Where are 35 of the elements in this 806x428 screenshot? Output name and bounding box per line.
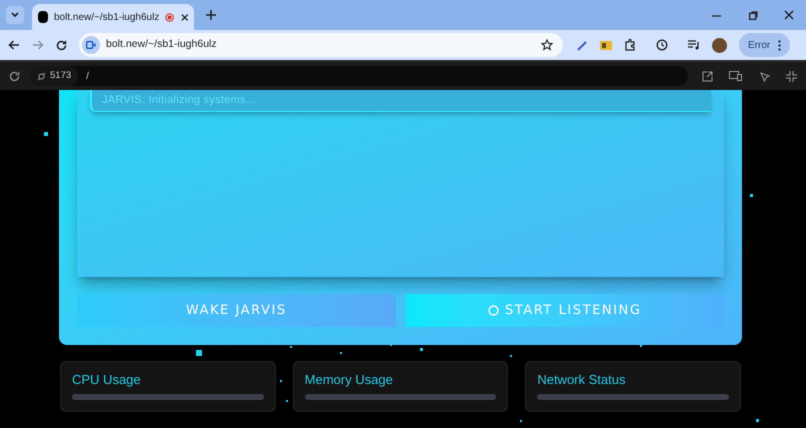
circle-icon bbox=[488, 305, 499, 316]
reload-icon[interactable] bbox=[56, 40, 67, 50]
address-bar[interactable]: bolt.new/~/sb1-iugh6ulz bbox=[79, 33, 563, 57]
more-icon[interactable] bbox=[778, 40, 782, 50]
minimize-icon[interactable] bbox=[712, 15, 721, 17]
browser-tab[interactable]: bolt.new/~/sb1-iugh6ulz bbox=[32, 4, 194, 30]
stat-title: CPU Usage bbox=[72, 372, 142, 388]
history-icon[interactable] bbox=[656, 39, 668, 51]
extension-card-icon[interactable] bbox=[600, 40, 612, 50]
close-icon[interactable] bbox=[180, 12, 188, 22]
tab-title: bolt.new/~/sb1-iugh6ulz bbox=[54, 10, 160, 24]
stat-title: Network Status bbox=[537, 372, 626, 388]
pen-icon[interactable] bbox=[577, 40, 588, 50]
puzzle-icon[interactable] bbox=[624, 39, 636, 51]
devices-icon[interactable] bbox=[729, 71, 742, 81]
port-badge[interactable]: 5173 bbox=[30, 66, 78, 86]
tab-search-button[interactable] bbox=[6, 6, 24, 24]
camera-icon bbox=[82, 36, 100, 54]
restore-icon[interactable] bbox=[749, 11, 758, 20]
profile-error-button[interactable]: Error bbox=[739, 33, 790, 57]
media-queue-icon[interactable] bbox=[688, 40, 700, 50]
reload-icon[interactable] bbox=[9, 70, 20, 82]
new-tab-icon[interactable] bbox=[206, 10, 216, 20]
cursor-icon[interactable] bbox=[758, 70, 770, 82]
close-icon[interactable] bbox=[784, 10, 794, 20]
back-icon[interactable] bbox=[8, 40, 20, 50]
star-icon[interactable] bbox=[541, 39, 553, 51]
external-link-icon[interactable] bbox=[702, 70, 713, 82]
collapse-icon[interactable] bbox=[786, 70, 797, 82]
preview-path: / bbox=[86, 70, 89, 84]
stat-title: Memory Usage bbox=[304, 372, 394, 388]
url-text: bolt.new/~/sb1-iugh6ulz bbox=[106, 37, 218, 52]
chevron-down-icon bbox=[11, 12, 19, 18]
profile-avatar[interactable] bbox=[712, 38, 727, 52]
site-icon bbox=[38, 11, 48, 23]
